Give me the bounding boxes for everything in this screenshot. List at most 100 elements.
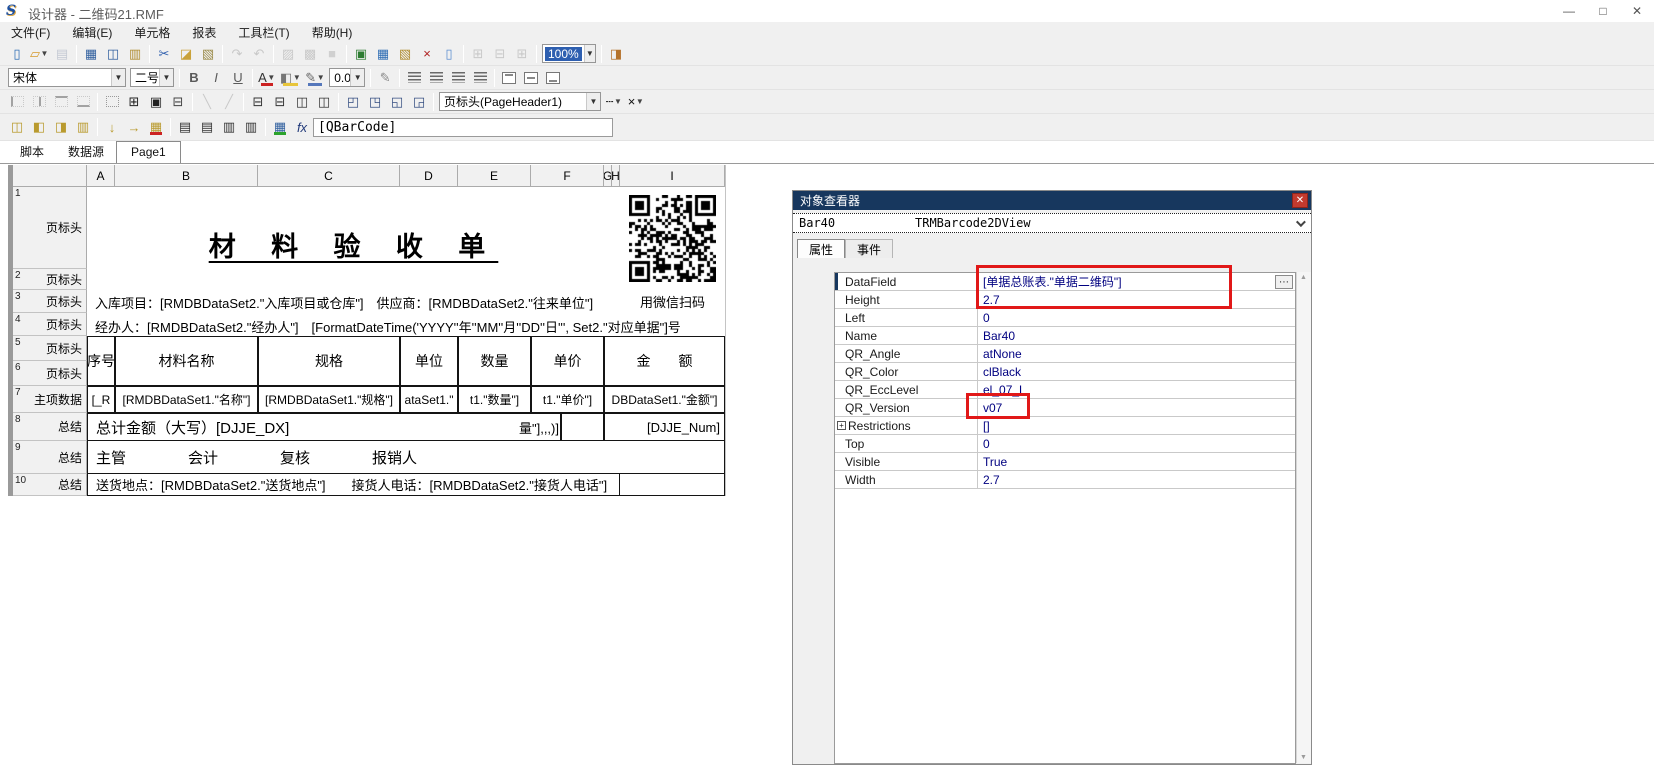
qr-code-image[interactable] (629, 195, 716, 282)
menu-item-5[interactable]: 帮助(H) (301, 22, 364, 43)
cut-icon[interactable]: ✂ (154, 44, 174, 64)
property-value-left[interactable]: 0 (978, 309, 1295, 326)
row-header-10[interactable]: 10总结 (13, 474, 87, 496)
insert-band-icon[interactable]: ▧ (395, 44, 415, 64)
delete-row-icon[interactable]: ▦ (146, 117, 166, 137)
chevron-down-icon[interactable]: ▼ (586, 93, 600, 110)
inspector-titlebar[interactable]: 对象查看器 ✕ (793, 191, 1311, 210)
chevron-down-icon[interactable]: ▼ (159, 69, 173, 86)
row-header-8[interactable]: 8总结 (13, 413, 87, 441)
line-style-button[interactable]: ┄▼ (604, 92, 624, 112)
underline-button[interactable]: U (228, 68, 248, 88)
align-left-icon[interactable] (404, 68, 424, 88)
delete-selection-button[interactable]: ×▼ (626, 92, 646, 112)
italic-button[interactable]: I (206, 68, 226, 88)
expand-plus-icon[interactable]: + (837, 421, 846, 430)
chevron-down-icon[interactable]: ▼ (635, 93, 644, 111)
property-name-restrictions[interactable]: +Restrictions (835, 417, 978, 434)
inspector-close-icon[interactable]: ✕ (1292, 193, 1308, 208)
insert-column-right-icon[interactable]: ◨ (51, 117, 71, 137)
menu-item-4[interactable]: 工具栏(T) (227, 22, 300, 43)
empty-band-cell[interactable] (87, 269, 620, 290)
detail-cell-spec[interactable]: [RMDBDataSet1."规格"] (258, 386, 400, 413)
valign-middle-icon[interactable] (521, 68, 541, 88)
row-header-6[interactable]: 6页标头 (13, 361, 87, 386)
split-cell-icon[interactable]: ◰ (343, 92, 363, 112)
font-color-button[interactable]: A▼ (257, 68, 277, 88)
column-header-F[interactable]: F (531, 165, 604, 187)
handler-date-cell[interactable]: 经办人：[RMDBDataSet2."经办人"] [FormatDateTime… (87, 313, 725, 336)
paste-icon[interactable]: ▧ (198, 44, 218, 64)
minimize-button[interactable]: — (1552, 0, 1586, 22)
menu-item-2[interactable]: 单元格 (123, 22, 181, 43)
font-family-select[interactable]: 宋体▼ (8, 68, 126, 87)
column-header-B[interactable]: B (115, 165, 258, 187)
grid-corner-cell[interactable] (13, 165, 87, 187)
page-tab-Page1[interactable]: Page1 (116, 141, 181, 163)
qr-caption-cell[interactable]: 用微信扫码 (620, 290, 725, 313)
report-title-cell[interactable]: 材 料 验 收 单 (87, 187, 620, 269)
format-painter-icon[interactable]: ✎ (375, 68, 395, 88)
row-header-9[interactable]: 9总结 (13, 441, 87, 474)
column-header-A[interactable]: A (87, 165, 115, 187)
merge-row-icon[interactable]: ▥ (73, 117, 93, 137)
insert-text-object-icon[interactable]: ▣ (351, 44, 371, 64)
new-report-icon[interactable]: ▯ (7, 44, 27, 64)
property-name-qr_color[interactable]: QR_Color (835, 363, 978, 380)
property-name-datafield[interactable]: DataField (835, 273, 978, 290)
column-width-decrease-icon[interactable]: ◫ (314, 92, 334, 112)
valign-top-icon[interactable] (499, 68, 519, 88)
band-layout-footer-icon[interactable]: ▥ (241, 117, 261, 137)
property-name-qr_angle[interactable]: QR_Angle (835, 345, 978, 362)
print-preview-icon[interactable]: ◫ (103, 44, 123, 64)
all-borders-icon[interactable]: ⊞ (124, 92, 144, 112)
header-cell-material[interactable]: 材料名称 (115, 336, 258, 386)
fx-button[interactable]: fx (292, 117, 312, 137)
maximize-button[interactable]: □ (1586, 0, 1620, 22)
formula-input[interactable] (313, 118, 613, 137)
property-name-height[interactable]: Height (835, 291, 978, 308)
band-layout-header-icon[interactable]: ▤ (175, 117, 195, 137)
row-header-1[interactable]: 1页标头 (13, 187, 87, 269)
property-value-datafield[interactable]: [单据总账表."单据二维码"] (978, 273, 1295, 290)
detail-cell-seq[interactable]: [_R (87, 386, 115, 413)
property-value-qr_ecclevel[interactable]: el_07_L (978, 381, 1295, 398)
column-header-G[interactable]: G (604, 165, 612, 187)
ellipsis-button[interactable]: ⋯ (1275, 275, 1293, 289)
cell-reference-icon[interactable]: ▦ (270, 117, 290, 137)
print-icon[interactable]: ▦ (81, 44, 101, 64)
outside-border-icon[interactable]: ▣ (146, 92, 166, 112)
line-color-button[interactable]: ✎▼ (304, 68, 326, 88)
summary-amount-cell[interactable]: [DJJE_Num] (604, 413, 725, 441)
column-header-E[interactable]: E (458, 165, 531, 187)
summary-total-cell[interactable]: 总计金额（大写）[DJJE_DX] 量"],,,)] (87, 413, 561, 441)
detail-cell-unit[interactable]: ataSet1." (400, 386, 458, 413)
insert-cell-icon[interactable]: ◱ (387, 92, 407, 112)
chevron-down-icon[interactable]: ▼ (111, 69, 125, 86)
header-cell-price[interactable]: 单价 (531, 336, 604, 386)
property-value-qr_angle[interactable]: atNone (978, 345, 1295, 362)
delivery-contact-cell[interactable]: 送货地点：[RMDBDataSet2."送货地点"] 接货人电话：[RMDBDa… (87, 474, 620, 496)
fill-color-button[interactable]: ◧▼ (279, 68, 302, 88)
column-width-increase-icon[interactable]: ◫ (292, 92, 312, 112)
row-height-decrease-icon[interactable]: ⊟ (270, 92, 290, 112)
row-header-2[interactable]: 2页标头 (13, 269, 87, 290)
page-tab-数据源[interactable]: 数据源 (56, 140, 116, 163)
page-setup-icon[interactable]: ▥ (125, 44, 145, 64)
detail-cell-name[interactable]: [RMDBDataSet1."名称"] (115, 386, 258, 413)
detail-cell-amount[interactable]: DBDataSet1."金额"] (604, 386, 725, 413)
inspector-scrollbar[interactable] (1296, 272, 1311, 763)
property-value-qr_color[interactable]: clBlack (978, 363, 1295, 380)
chevron-down-icon[interactable]: ▼ (584, 45, 595, 62)
insert-grid-object-icon[interactable]: ▦ (373, 44, 393, 64)
property-name-qr_version[interactable]: QR_Version (835, 399, 978, 416)
chevron-down-icon[interactable] (1296, 217, 1306, 227)
menu-item-3[interactable]: 报表 (181, 22, 227, 43)
border-width-spinner[interactable]: 0.0▼ (329, 68, 365, 87)
insert-column-left-icon[interactable]: ◧ (29, 117, 49, 137)
header-cell-qty[interactable]: 数量 (458, 336, 531, 386)
header-cell-seq[interactable]: 序号 (87, 336, 115, 386)
new-page-icon[interactable]: ▯ (439, 44, 459, 64)
delete-cell-icon[interactable]: ◲ (409, 92, 429, 112)
append-row-icon[interactable]: → (124, 117, 144, 137)
